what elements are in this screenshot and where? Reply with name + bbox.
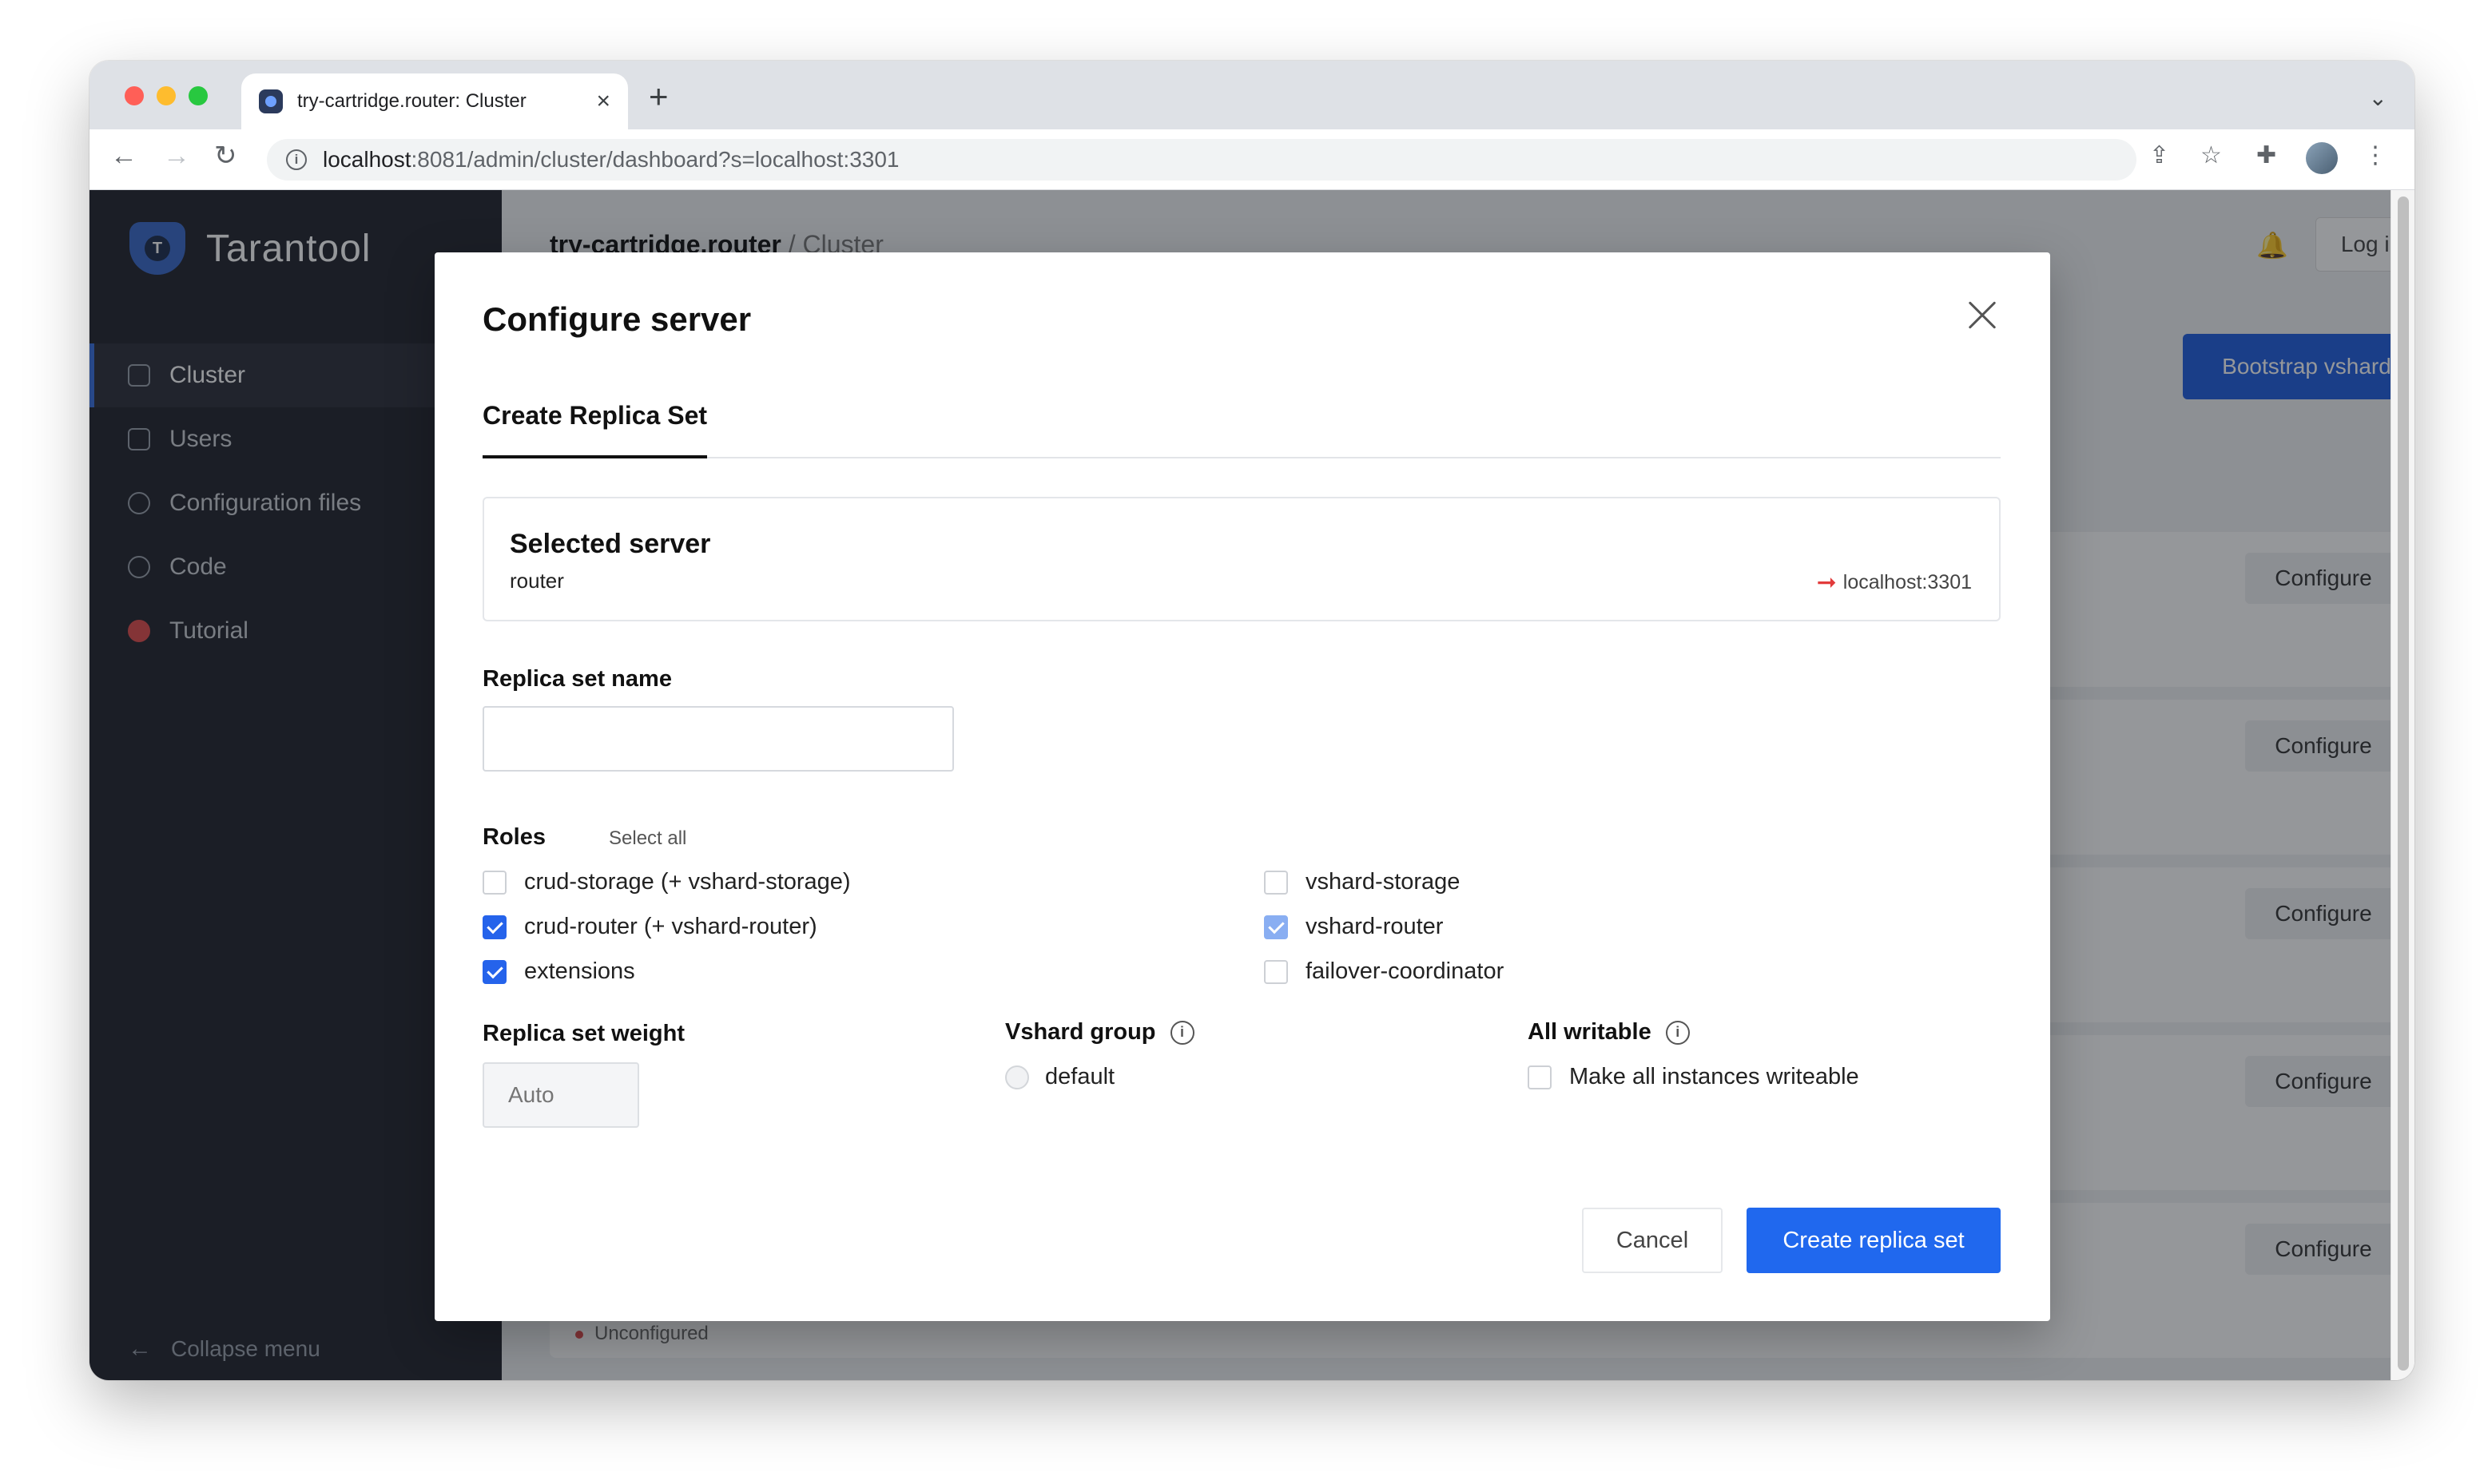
role-vshard-storage[interactable]: vshard-storage: [1264, 869, 1460, 895]
tab-list-chevron-icon[interactable]: ⌄: [2369, 85, 2387, 111]
checkbox-checked-dependent[interactable]: [1264, 915, 1288, 939]
cancel-button[interactable]: Cancel: [1582, 1208, 1723, 1273]
replica-set-name-label: Replica set name: [483, 666, 672, 692]
browser-tab[interactable]: try-cartridge.router: Cluster ×: [241, 73, 628, 129]
configure-server-dialog: Configure server Create Replica Set Sele…: [435, 252, 2050, 1321]
arrow-right-icon: ➞: [1816, 569, 1837, 596]
checkbox-checked[interactable]: [483, 915, 507, 939]
minimize-window-button[interactable]: [157, 86, 176, 105]
vshard-group-label-row: Vshard group i: [1005, 1019, 1194, 1046]
browser-menu-icon[interactable]: ⋮: [2363, 144, 2387, 168]
all-writable-option[interactable]: Make all instances writeable: [1528, 1064, 1859, 1090]
browser-titlebar: try-cartridge.router: Cluster × + ⌄: [89, 61, 2414, 129]
tab-close-icon[interactable]: ×: [596, 89, 610, 113]
all-writable-option-label: Make all instances writeable: [1569, 1064, 1859, 1089]
back-arrow-icon[interactable]: ←: [110, 142, 137, 169]
browser-window: try-cartridge.router: Cluster × + ⌄ ← → …: [89, 61, 2414, 1380]
tab-create-replica-set[interactable]: Create Replica Set: [483, 387, 708, 458]
role-label: vshard-storage: [1306, 869, 1461, 895]
page-scrollbar[interactable]: [2391, 190, 2414, 1380]
role-vshard-router[interactable]: vshard-router: [1264, 914, 1443, 940]
vshard-group-option-default[interactable]: default: [1005, 1064, 1115, 1090]
role-label: vshard-router: [1306, 914, 1444, 939]
role-extensions[interactable]: extensions: [483, 958, 635, 985]
new-tab-button[interactable]: +: [649, 80, 669, 113]
checkbox[interactable]: [483, 870, 507, 895]
vshard-group-option-label: default: [1045, 1064, 1115, 1089]
share-icon[interactable]: ⇪: [2149, 144, 2169, 168]
server-uri-text: localhost:3301: [1842, 571, 1972, 593]
checkbox[interactable]: [1528, 1065, 1552, 1089]
info-icon[interactable]: i: [1665, 1020, 1690, 1045]
vshard-group-label: Vshard group: [1005, 1019, 1156, 1045]
reload-icon[interactable]: ↻: [214, 142, 237, 169]
role-label: extensions: [524, 958, 635, 984]
selected-server-alias: router: [510, 569, 564, 593]
replica-set-weight-input[interactable]: [483, 1062, 639, 1128]
replica-set-name-input[interactable]: [483, 706, 954, 772]
radio-button[interactable]: [1005, 1065, 1029, 1089]
close-window-button[interactable]: [125, 86, 144, 105]
checkbox[interactable]: [1264, 959, 1288, 984]
selected-server-heading: Selected server: [510, 529, 711, 559]
select-all-roles-button[interactable]: Select all: [609, 827, 686, 850]
dialog-title: Configure server: [483, 300, 752, 338]
all-writable-label: All writable: [1528, 1019, 1651, 1045]
role-label: crud-router (+ vshard-router): [524, 914, 817, 939]
checkbox-checked[interactable]: [483, 959, 507, 984]
dialog-tabs: Create Replica Set: [483, 387, 2001, 458]
forward-arrow-icon[interactable]: →: [163, 142, 190, 169]
replica-set-weight-label: Replica set weight: [483, 1021, 686, 1046]
info-icon[interactable]: i: [1170, 1020, 1194, 1045]
profile-avatar[interactable]: [2306, 142, 2338, 174]
close-icon[interactable]: [1962, 296, 2002, 335]
role-crud-storage[interactable]: crud-storage (+ vshard-storage): [483, 869, 851, 895]
create-replica-set-button[interactable]: Create replica set: [1747, 1208, 2001, 1273]
tab-title: try-cartridge.router: Cluster: [297, 90, 527, 112]
browser-toolbar: ← → ↻ i localhost:8081/admin/cluster/das…: [89, 129, 2414, 190]
tarantool-favicon-icon: [259, 89, 283, 113]
url-text: localhost:8081/admin/cluster/dashboard?s…: [323, 147, 899, 173]
roles-label: Roles: [483, 824, 546, 850]
selected-server-uri: ➞ localhost:3301: [1817, 569, 1972, 597]
bookmark-star-icon[interactable]: ☆: [2200, 144, 2222, 168]
role-label: crud-storage (+ vshard-storage): [524, 869, 851, 895]
role-failover-coordinator[interactable]: failover-coordinator: [1264, 958, 1504, 985]
scrollbar-thumb[interactable]: [2398, 196, 2409, 1371]
address-bar[interactable]: i localhost:8081/admin/cluster/dashboard…: [267, 139, 2136, 181]
role-label: failover-coordinator: [1306, 958, 1504, 984]
checkbox[interactable]: [1264, 870, 1288, 895]
role-crud-router[interactable]: crud-router (+ vshard-router): [483, 914, 817, 940]
extensions-puzzle-icon[interactable]: ✚: [2256, 144, 2276, 168]
url-host: localhost: [323, 147, 411, 172]
url-path: :8081/admin/cluster/dashboard?s=localhos…: [411, 147, 900, 172]
selected-server-panel: Selected server router ➞ localhost:3301: [483, 497, 2001, 621]
maximize-window-button[interactable]: [189, 86, 208, 105]
all-writable-label-row: All writable i: [1528, 1019, 1690, 1046]
site-info-icon[interactable]: i: [286, 149, 307, 170]
